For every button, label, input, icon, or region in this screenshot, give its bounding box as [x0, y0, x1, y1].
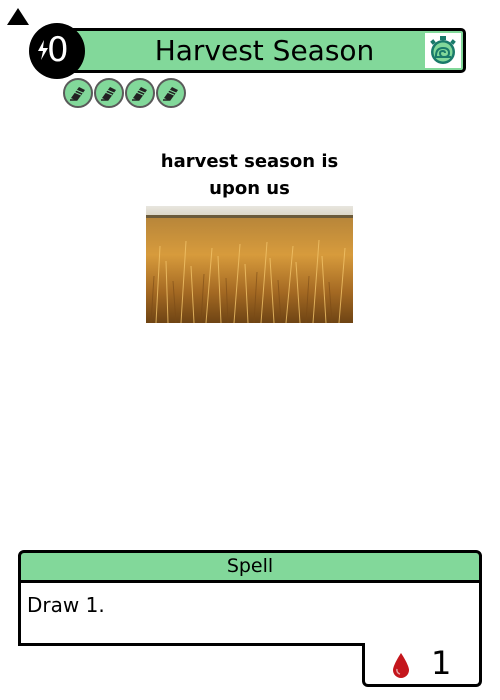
blood-cost-box: 1: [362, 643, 482, 687]
card-title-bar: Harvest Season: [47, 28, 466, 73]
keyword-tags: [63, 78, 186, 108]
card-title: Harvest Season: [154, 34, 375, 67]
keyword-tag-icon[interactable]: [156, 78, 186, 108]
card-rules-box: Draw 1.: [18, 580, 482, 646]
collapse-arrow-icon[interactable]: [7, 8, 29, 25]
energy-cost-value: 0: [47, 30, 69, 70]
card-art: harvest season is upon us: [146, 142, 353, 323]
blood-cost-value: 1: [431, 644, 452, 682]
wheat-field-image: [146, 206, 353, 323]
stopwatch-snail-icon: [425, 33, 461, 68]
art-caption: harvest season is upon us: [160, 151, 339, 199]
blood-drop-icon: [393, 653, 409, 678]
card-type-line: Spell: [18, 550, 482, 583]
keyword-tag-icon[interactable]: [94, 78, 124, 108]
keyword-tag-icon[interactable]: [63, 78, 93, 108]
energy-cost-badge: 0: [29, 23, 85, 79]
keyword-tag-icon[interactable]: [125, 78, 155, 108]
card-rules-text: Draw 1.: [27, 593, 105, 617]
